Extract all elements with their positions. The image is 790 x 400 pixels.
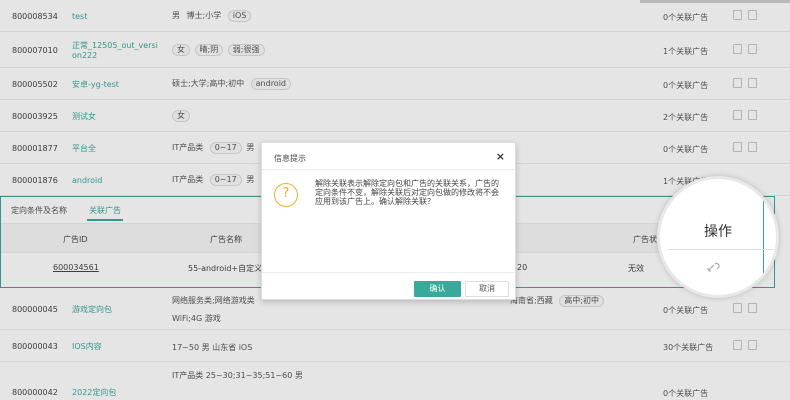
divider (262, 272, 515, 273)
actions-column-header: 操作 (704, 224, 732, 240)
divider (668, 249, 774, 250)
cancel-button[interactable]: 取消 (465, 281, 509, 297)
close-icon[interactable]: × (496, 150, 505, 163)
zoom-callout: 操作 (657, 176, 779, 298)
question-icon: ? (274, 183, 298, 207)
dialog-title: 信息提示 (274, 154, 306, 163)
confirm-dialog: 信息提示 × ? 解除关联表示解除定向包和广告的关联关系，广告的定向条件不变，解… (261, 142, 516, 300)
confirm-button[interactable]: 确认 (414, 281, 461, 297)
divider (262, 169, 515, 170)
unlink-icon[interactable] (706, 261, 726, 273)
dialog-message: 解除关联表示解除定向包和广告的关联关系，广告的定向条件不变，解除关联后对定向包做… (315, 179, 499, 206)
